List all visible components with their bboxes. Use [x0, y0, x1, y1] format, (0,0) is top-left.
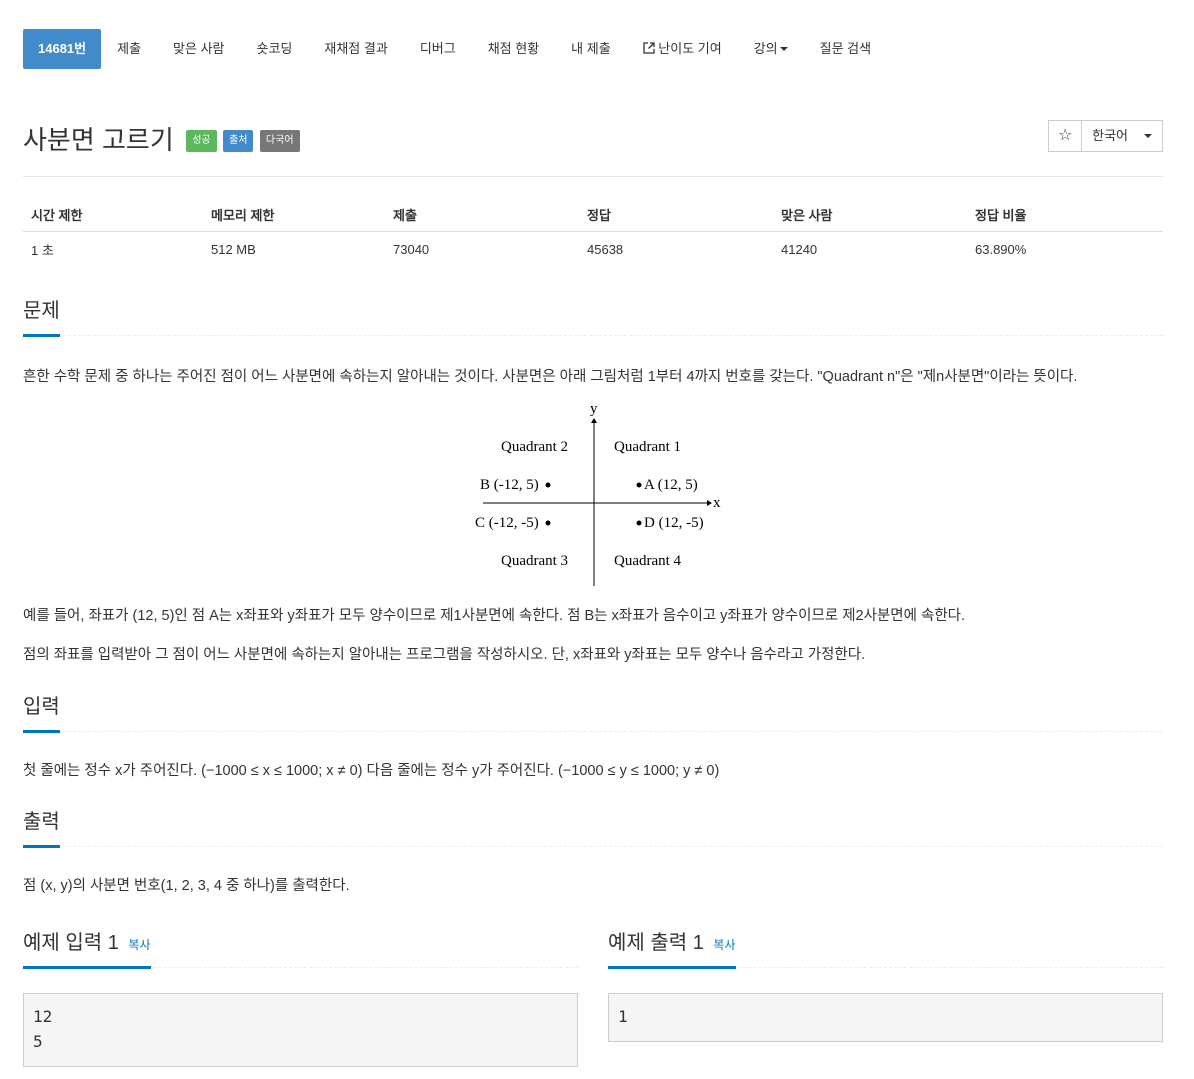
source-badge[interactable]: 출처: [223, 129, 254, 152]
output-description: 점 (x, y)의 사분면 번호(1, 2, 3, 4 중 하나)를 출력한다.: [23, 878, 350, 894]
tab-difficulty-contribution-label: 난이도 기여: [658, 40, 722, 56]
problem-task-text: 점의 좌표를 입력받아 그 점이 어느 사분면에 속하는지 알아내는 프로그램을…: [23, 647, 866, 663]
input-section-title: 입력: [23, 692, 60, 733]
point-b-label: B (-12, 5): [480, 477, 539, 493]
point-a-label: A (12, 5): [644, 477, 698, 493]
sample-input-header: 예제 입력 1 복사: [23, 931, 578, 969]
accepted-users-header: 맞은 사람: [773, 197, 967, 232]
y-axis-arrow-icon: [591, 418, 597, 423]
quadrant-1-label: Quadrant 1: [614, 439, 681, 455]
point-a-dot: [636, 482, 642, 488]
tab-lectures-dropdown[interactable]: 강의: [738, 29, 804, 69]
problem-description: 흔한 수학 문제 중 하나는 주어진 점이 어느 사분면에 속하는지 알아내는 …: [23, 369, 1078, 385]
point-d-dot: [636, 520, 642, 526]
accept-ratio-header: 정답 비율: [967, 197, 1163, 232]
table-row: 1 초 512 MB 73040 45638 41240 63.890%: [23, 232, 1163, 267]
tab-problem[interactable]: 14681번: [23, 28, 102, 69]
external-link-icon: [643, 41, 659, 56]
accepted-header: 정답: [579, 197, 773, 232]
samples-row: 예제 입력 1 복사 12 5 예제 출력 1 복사 1: [23, 931, 1163, 1067]
tab-difficulty-contribution[interactable]: 난이도 기여: [627, 29, 738, 69]
language-select-value: 한국어: [1092, 128, 1128, 143]
problem-info-table: 시간 제한 메모리 제한 제출 정답 맞은 사람 정답 비율 1 초 512 M…: [23, 197, 1163, 266]
sample-input-box[interactable]: 12 5: [23, 993, 578, 1067]
title-actions: ☆ 한국어: [1048, 120, 1163, 152]
x-axis-arrow-icon: [707, 500, 712, 506]
accepted-value: 45638: [587, 241, 624, 257]
sample-output-box[interactable]: 1: [608, 993, 1163, 1042]
copy-output-button[interactable]: 복사: [713, 938, 735, 952]
point-c-dot: [545, 520, 551, 526]
accept-ratio-value: 63.890%: [975, 241, 1027, 257]
sample-output-title: 예제 출력 1: [608, 932, 704, 954]
output-section-title: 출력: [23, 807, 60, 848]
problem-section-header: 문제: [23, 292, 1163, 337]
solved-badge: 성공: [186, 129, 217, 152]
problem-nav-tabs: 14681번 제출 맞은 사람 숏코딩 재채점 결과 디버그 채점 현황 내 제…: [23, 19, 1163, 78]
star-favorite-button[interactable]: ☆: [1048, 120, 1083, 152]
problem-section-title: 문제: [23, 296, 60, 337]
tab-submit[interactable]: 제출: [101, 29, 157, 69]
quadrant-2-label: Quadrant 2: [501, 439, 568, 455]
caret-down-icon: [779, 47, 788, 52]
sample-input-title: 예제 입력 1: [23, 932, 119, 954]
problem-example-text: 예를 들어, 좌표가 (12, 5)인 점 A는 x좌표와 y좌표가 모두 양수…: [23, 608, 966, 624]
y-axis-label: y: [590, 401, 598, 417]
quadrant-3-label: Quadrant 3: [501, 553, 568, 569]
point-c-label: C (-12, -5): [475, 515, 539, 531]
submissions-header: 제출: [385, 197, 579, 232]
multilang-badge: 다국어: [259, 129, 300, 152]
time-limit-value: 1 초: [31, 242, 54, 258]
tab-question-search[interactable]: 질문 검색: [804, 29, 887, 69]
input-section-header: 입력: [23, 688, 1163, 733]
tab-judge-status[interactable]: 채점 현황: [472, 29, 555, 69]
language-select[interactable]: 한국어: [1082, 120, 1163, 152]
point-d-label: D (12, -5): [644, 515, 704, 531]
sample-output-header: 예제 출력 1 복사: [608, 931, 1163, 969]
output-section-header: 출력: [23, 803, 1163, 848]
tab-rejudge-results[interactable]: 재채점 결과: [308, 29, 403, 69]
point-b-dot: [545, 482, 551, 488]
accepted-users-value: 41240: [781, 241, 818, 257]
time-limit-header: 시간 제한: [23, 197, 203, 232]
sample-output-panel: 예제 출력 1 복사 1: [608, 931, 1163, 1067]
memory-limit-header: 메모리 제한: [203, 197, 385, 232]
copy-input-button[interactable]: 복사: [128, 938, 150, 952]
sample-input-panel: 예제 입력 1 복사 12 5: [23, 931, 578, 1067]
memory-limit-value: 512 MB: [211, 241, 256, 257]
star-icon: ☆: [1057, 127, 1073, 144]
tab-debug[interactable]: 디버그: [404, 29, 472, 69]
page-title: 사분면 고르기: [23, 125, 174, 155]
x-axis-label: x: [713, 495, 721, 511]
caret-down-icon: [1144, 134, 1152, 138]
quadrant-diagram: y x Quadrant 2 Quadrant 1 Quadrant 3 Qua…: [475, 401, 721, 586]
tab-accepted-users[interactable]: 맞은 사람: [157, 29, 240, 69]
quadrant-figure: y x Quadrant 2 Quadrant 1 Quadrant 3 Qua…: [23, 400, 1163, 590]
submissions-value: 73040: [393, 241, 430, 257]
tab-lectures-label: 강의: [753, 40, 778, 56]
tab-short-coding[interactable]: 숏코딩: [241, 29, 309, 69]
table-header-row: 시간 제한 메모리 제한 제출 정답 맞은 사람 정답 비율: [23, 197, 1163, 232]
problem-title-row: 사분면 고르기 성공 출처 다국어 ☆ 한국어: [23, 120, 1163, 177]
quadrant-4-label: Quadrant 4: [614, 553, 682, 569]
input-description: 첫 줄에는 정수 x가 주어진다. (−1000 ≤ x ≤ 1000; x ≠…: [23, 763, 720, 779]
tab-my-submissions[interactable]: 내 제출: [555, 29, 627, 69]
